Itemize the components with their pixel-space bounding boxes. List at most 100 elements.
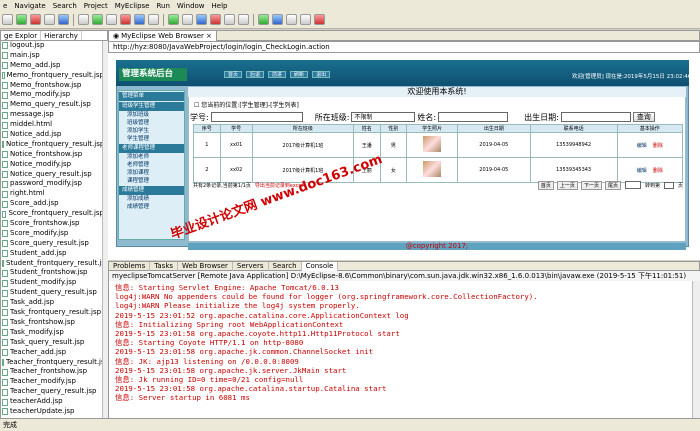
toolbar-button-icon[interactable]	[120, 14, 131, 25]
console-scrollbar[interactable]	[692, 281, 700, 418]
menu-item-0[interactable]: e	[3, 2, 7, 10]
file-item[interactable]: Notice_modify.jsp	[1, 160, 104, 170]
menu-item[interactable]: 课程管理	[119, 177, 184, 185]
bottom-tab-console[interactable]: Console	[301, 261, 339, 271]
nav-button-2[interactable]: 前进	[268, 71, 287, 78]
menu-item[interactable]: 班级管理	[119, 119, 184, 127]
toolbar-button-icon[interactable]	[168, 14, 179, 25]
url-field[interactable]: http://hyz:8080/JavaWebProject/login/log…	[108, 41, 700, 53]
file-item[interactable]: Score_frontquery_result.jsp	[1, 209, 104, 219]
file-item[interactable]: middel.html	[1, 120, 104, 130]
file-item[interactable]: Task_query_result.jsp	[1, 338, 104, 348]
file-item[interactable]: Teacher_frontquery_result.jsp	[1, 358, 104, 368]
page-select[interactable]	[624, 181, 641, 189]
menu-item-5[interactable]: Run	[156, 2, 169, 10]
menu-item[interactable]: 添加成绩	[119, 195, 184, 203]
toolbar-button-icon[interactable]	[106, 14, 117, 25]
toolbar-button-icon[interactable]	[182, 14, 193, 25]
pager-button[interactable]: 尾页	[604, 180, 621, 190]
nav-button-4[interactable]: 退出	[312, 71, 331, 78]
file-item[interactable]: Memo_add.jsp	[1, 61, 104, 71]
file-item[interactable]: right.html	[1, 189, 104, 199]
menu-item[interactable]: 学生管理	[119, 135, 184, 143]
bottom-tab-servers[interactable]: Servers	[233, 261, 269, 271]
file-item[interactable]: Notice_frontshow.jsp	[1, 150, 104, 160]
menu-item[interactable]: 添加老师	[119, 153, 184, 161]
left-tab-1[interactable]: Hierarchy	[41, 31, 82, 40]
toolbar-button-icon[interactable]	[258, 14, 269, 25]
nav-button-3[interactable]: 刷新	[290, 71, 309, 78]
file-item[interactable]: Task_frontquery_result.jsp	[1, 308, 104, 318]
menu-item-2[interactable]: Search	[53, 2, 77, 10]
left-tab-0[interactable]: ge Explor	[1, 31, 42, 40]
edit-link[interactable]: 编辑	[637, 143, 647, 149]
file-item[interactable]: teacherUpdate.jsp	[1, 407, 104, 417]
toolbar-button-icon[interactable]	[272, 14, 283, 25]
file-item[interactable]: Score_frontshow.jsp	[1, 219, 104, 229]
menu-item-3[interactable]: Project	[84, 2, 108, 10]
menu-item[interactable]: 添加课程	[119, 169, 184, 177]
bottom-tab-search[interactable]: Search	[269, 261, 302, 271]
delete-link[interactable]: 删除	[653, 168, 663, 174]
menu-item[interactable]: 添加班级	[119, 111, 184, 119]
toolbar-button-icon[interactable]	[286, 14, 297, 25]
birth-input[interactable]	[560, 112, 631, 122]
menu-item-1[interactable]: Navigate	[14, 2, 45, 10]
close-icon[interactable]: ×	[206, 32, 212, 40]
goto-input[interactable]	[663, 181, 674, 189]
file-item[interactable]: Teacher_frontshow.jsp	[1, 367, 104, 377]
file-item[interactable]: Score_modify.jsp	[1, 229, 104, 239]
toolbar-button-icon[interactable]	[44, 14, 55, 25]
toolbar-button-icon[interactable]	[224, 14, 235, 25]
file-item[interactable]: password_modify.jsp	[1, 179, 104, 189]
name-input[interactable]	[438, 112, 509, 122]
class-select[interactable]: 不限制	[351, 112, 416, 122]
file-item[interactable]: Memo_frontshow.jsp	[1, 81, 104, 91]
toolbar-button-icon[interactable]	[134, 14, 145, 25]
file-item[interactable]: Student_add.jsp	[1, 249, 104, 259]
toolbar-button-icon[interactable]	[196, 14, 207, 25]
file-item[interactable]: Task_modify.jsp	[1, 328, 104, 338]
bottom-tab-tasks[interactable]: Tasks	[150, 261, 179, 271]
file-item[interactable]: Task_frontshow.jsp	[1, 318, 104, 328]
menu-item[interactable]: 老师管理	[119, 161, 184, 169]
toolbar-button-icon[interactable]	[78, 14, 89, 25]
toolbar-button-icon[interactable]	[2, 14, 13, 25]
pager-button[interactable]: 上一页	[556, 180, 578, 190]
menu-item-7[interactable]: Help	[212, 2, 228, 10]
edit-link[interactable]: 编辑	[637, 168, 647, 174]
pager-button[interactable]: 首页	[537, 180, 554, 190]
file-item[interactable]: Score_query_result.jsp	[1, 239, 104, 249]
file-item[interactable]: Memo_query_result.jsp	[1, 100, 104, 110]
file-item[interactable]: Student_frontshow.jsp	[1, 268, 104, 278]
file-item[interactable]: Notice_frontquery_result.jsp	[1, 140, 104, 150]
menu-group-header[interactable]: 管理菜单	[119, 92, 184, 101]
search-button[interactable]: 查询	[632, 112, 655, 122]
toolbar-button-icon[interactable]	[314, 14, 325, 25]
file-item[interactable]: message.jsp	[1, 110, 104, 120]
file-item[interactable]: Student_modify.jsp	[1, 278, 104, 288]
toolbar-button-icon[interactable]	[30, 14, 41, 25]
file-item[interactable]: Student_query_result.jsp	[1, 288, 104, 298]
menu-item-4[interactable]: MyEclipse	[115, 2, 150, 10]
toolbar-button-icon[interactable]	[210, 14, 221, 25]
file-item[interactable]: Score_add.jsp	[1, 199, 104, 209]
toolbar-button-icon[interactable]	[58, 14, 69, 25]
file-item[interactable]: logout.jsp	[1, 41, 104, 51]
file-item[interactable]: Memo_frontquery_result.jsp	[1, 71, 104, 81]
file-item[interactable]: Teacher_query_result.jsp	[1, 387, 104, 397]
menu-item-6[interactable]: Window	[177, 2, 205, 10]
bottom-tab-problems[interactable]: Problems	[109, 261, 151, 271]
file-item[interactable]: Task_add.jsp	[1, 298, 104, 308]
bottom-tab-web-browser[interactable]: Web Browser	[178, 261, 233, 271]
menu-group-header[interactable]: 老师课程管理	[119, 144, 184, 153]
file-item[interactable]: Notice_add.jsp	[1, 130, 104, 140]
delete-link[interactable]: 删除	[653, 143, 663, 149]
toolbar-button-icon[interactable]	[238, 14, 249, 25]
web-browser-tab[interactable]: ◉ MyEclipse Web Browser ×	[109, 30, 217, 41]
file-item[interactable]: teacherAdd.jsp	[1, 397, 104, 407]
pager-button[interactable]: 下一页	[580, 180, 602, 190]
toolbar-button-icon[interactable]	[300, 14, 311, 25]
menu-group-header[interactable]: 班级学生管理	[119, 102, 184, 111]
file-item[interactable]: Notice_query_result.jsp	[1, 170, 104, 180]
